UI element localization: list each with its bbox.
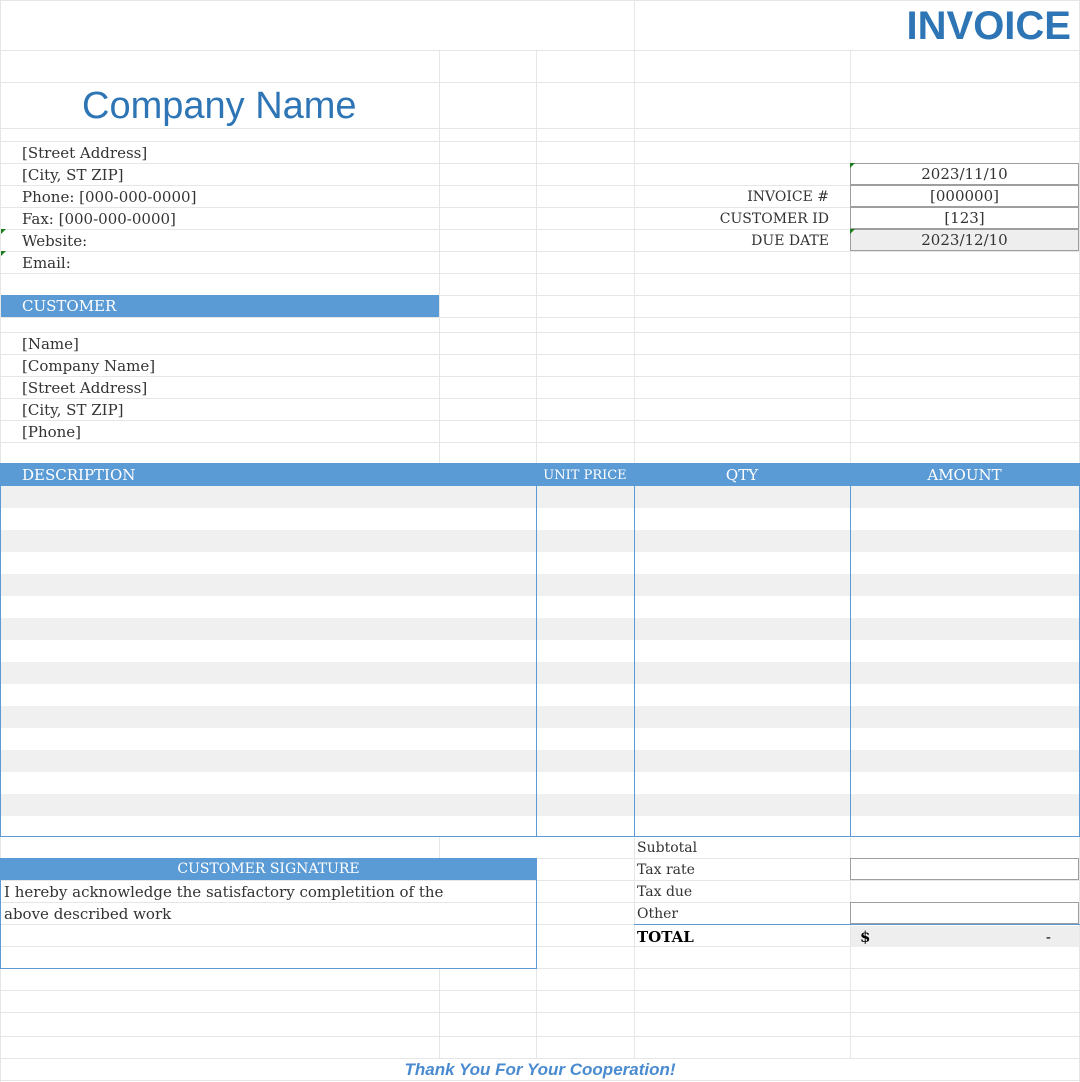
signature-text-line2: above described work [4,905,172,923]
customer-street: [Street Address] [22,379,148,397]
grid-line [0,50,1080,51]
customer-company: [Company Name] [22,357,156,375]
grid-line [0,1080,1080,1081]
customer-phone: [Phone] [22,423,82,441]
company-street: [Street Address] [22,144,148,162]
customer-id-field[interactable]: [123] [850,207,1079,229]
grid-line [0,354,1080,355]
grid-line [0,251,1080,252]
grid-line [0,398,1080,399]
thank-you-note: Thank You For Your Cooperation! [404,1060,676,1079]
total-label: TOTAL [637,928,694,946]
invoice-title: INVOICE [906,4,1071,48]
grid-line [0,442,1080,443]
customer-section-label: CUSTOMER [22,297,117,315]
grid-line [850,50,851,463]
currency-symbol: $ [860,928,871,946]
grid-line [0,332,1080,333]
other-label: Other [637,906,679,922]
customer-id-label: CUSTOMER ID [719,211,829,227]
cell-comment-marker [1,251,6,256]
column-divider [850,486,851,836]
company-phone: Phone: [000-000-0000] [22,188,197,206]
signature-text-line1: I hereby acknowledge the satisfactory co… [4,883,444,901]
tax-rate-field[interactable] [850,858,1079,880]
grid-line [634,0,635,463]
grid-line [0,420,1080,421]
tax-rate-label: Tax rate [637,862,695,878]
grid-line [0,82,1080,83]
grid-line [536,968,537,1058]
company-name: Company Name [82,85,357,127]
grid-line [0,1012,1080,1013]
grid-line [439,836,440,858]
other-field[interactable] [850,902,1079,924]
total-value: - [1045,928,1051,946]
grid-line [0,273,1080,274]
total-value-cell [851,926,1079,947]
grid-line [439,50,440,463]
grid-line [0,128,1080,129]
cell-comment-marker [1,229,6,234]
cell-comment-marker [850,163,855,168]
grid-line [0,1058,1080,1059]
company-city: [City, ST ZIP] [22,166,124,184]
subtotal-label: Subtotal [637,840,698,856]
customer-city: [City, ST ZIP] [22,401,124,419]
grid-line [634,836,635,1058]
grid-line [0,141,1080,142]
invoice-date[interactable]: 2023/11/10 [850,163,1079,185]
invoice-number-field[interactable]: [000000] [850,185,1079,207]
due-date-label: DUE DATE [751,233,829,249]
column-divider [536,486,537,836]
company-email: Email: [22,254,71,272]
total-top-rule [634,924,1080,925]
customer-name: [Name] [22,335,79,353]
invoice-number-label: INVOICE # [747,189,829,205]
grid-line [0,376,1080,377]
grid-line [0,1036,1080,1037]
grid-line [0,990,1080,991]
grid-line [0,0,1080,1]
grid-line [536,50,537,463]
cell-comment-marker [850,229,855,234]
grid-line [0,317,1080,318]
column-divider [634,486,635,836]
tax-due-label: Tax due [637,884,693,900]
invoice-sheet: INVOICE Company Name [Street Address] [C… [0,0,1080,1082]
company-fax: Fax: [000-000-0000] [22,210,176,228]
grid-line [439,968,440,1058]
due-date-field[interactable]: 2023/12/10 [850,229,1079,251]
items-table [0,463,1080,837]
company-website: Website: [22,232,88,250]
